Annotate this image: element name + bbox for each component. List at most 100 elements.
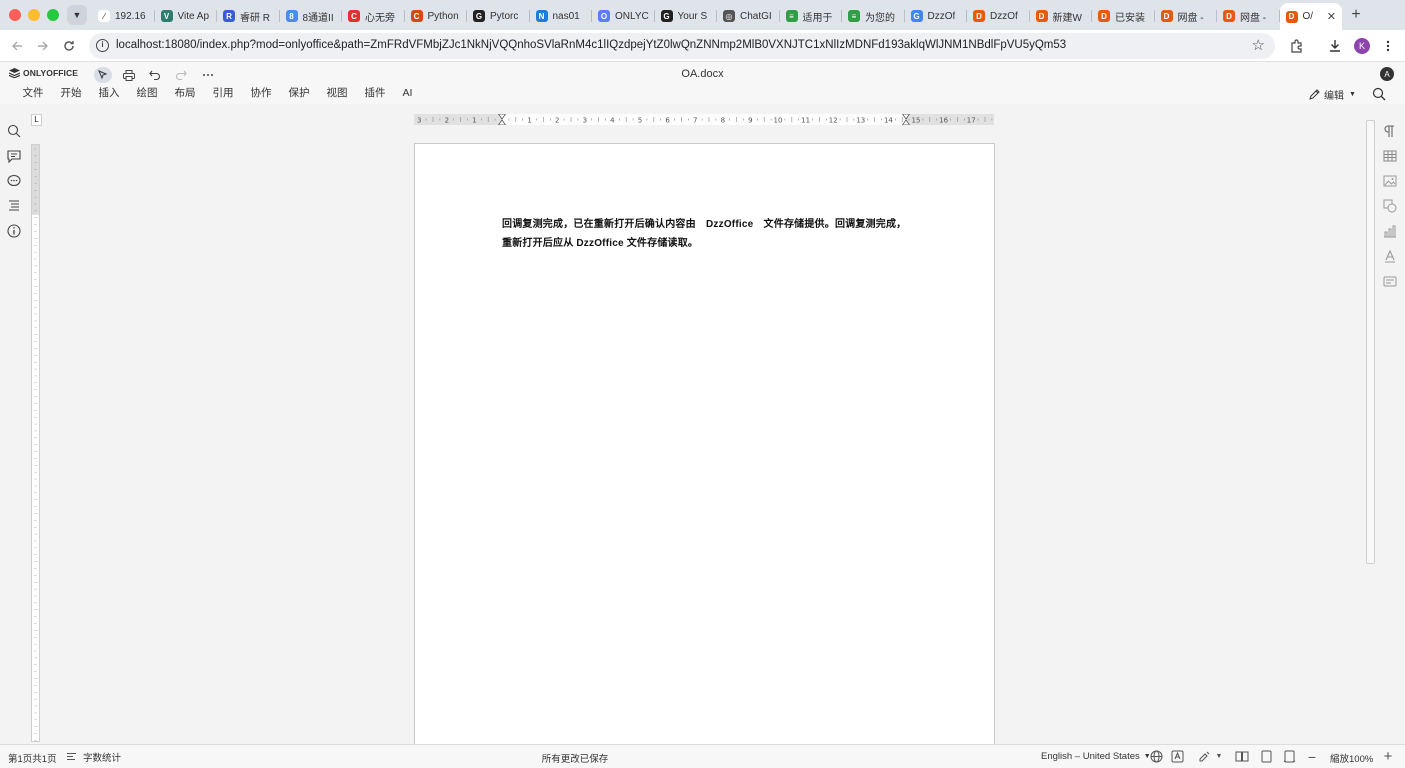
browser-menu-button[interactable] <box>1379 37 1397 55</box>
bookmark-star-icon[interactable]: ☆ <box>1252 36 1265 54</box>
select-tool-button[interactable] <box>94 67 112 83</box>
browser-tab[interactable]: G DzzOf <box>905 4 968 28</box>
document-title[interactable]: OA.docx <box>681 68 723 80</box>
tab-stop-selector[interactable]: L <box>31 114 42 126</box>
browser-tab[interactable]: D O/ ✕ <box>1279 3 1342 30</box>
vertical-scrollbar-thumb[interactable] <box>1366 120 1375 564</box>
search-icon[interactable] <box>1372 87 1386 101</box>
tab-favicon-icon: D <box>1035 10 1048 22</box>
browser-tab[interactable]: G Pytorc <box>467 4 530 28</box>
extensions-button[interactable] <box>1288 37 1306 55</box>
search-icon[interactable] <box>7 124 21 138</box>
more-actions-button[interactable] <box>199 67 217 83</box>
menu-tab[interactable]: 协作 <box>242 85 280 101</box>
onlyoffice-logo[interactable]: ONLYOFFICE <box>9 68 78 78</box>
chat-icon[interactable] <box>7 174 21 188</box>
vertical-ruler[interactable] <box>31 144 40 742</box>
reload-button[interactable] <box>60 37 78 55</box>
tab-title: O/ <box>1302 11 1314 22</box>
browser-tab[interactable]: 8 8通道II <box>280 4 343 28</box>
back-button[interactable] <box>8 37 26 55</box>
tab-title: ChatGI <box>740 10 772 22</box>
info-icon[interactable] <box>7 224 21 238</box>
comments-icon[interactable] <box>7 149 21 163</box>
menu-tab[interactable]: 布局 <box>166 85 204 101</box>
language-selector[interactable]: English – United States ▼ <box>1041 751 1151 762</box>
print-button[interactable] <box>120 67 138 83</box>
text-art-settings-icon[interactable] <box>1383 249 1397 263</box>
save-status: 所有更改已保存 <box>541 754 609 765</box>
browser-tab[interactable]: D DzzOf <box>967 4 1030 28</box>
browser-tab[interactable]: D 网盘 - <box>1217 4 1280 28</box>
menu-tab[interactable]: 视图 <box>318 85 356 101</box>
image-settings-icon[interactable] <box>1383 174 1397 188</box>
menu-tab[interactable]: 开始 <box>52 85 90 101</box>
browser-tab[interactable]: G Your S <box>655 4 718 28</box>
tab-title: 已安装 <box>1115 12 1145 24</box>
left-indent-marker[interactable] <box>498 114 506 125</box>
browser-tab[interactable]: D 网盘 - <box>1155 4 1218 28</box>
form-settings-icon[interactable] <box>1383 274 1397 288</box>
shape-settings-icon[interactable] <box>1383 199 1397 213</box>
menu-tab[interactable]: AI <box>394 85 421 101</box>
tab-favicon-icon: ≡ <box>785 10 798 22</box>
read-mode-icon[interactable] <box>1235 750 1249 763</box>
paragraph-settings-icon[interactable] <box>1383 124 1397 138</box>
zoom-level[interactable]: 縮放100% <box>1330 751 1373 765</box>
address-bar[interactable]: i localhost:18080/index.php?mod=onlyoffi… <box>89 33 1275 59</box>
menu-tab[interactable]: 绘图 <box>128 85 166 101</box>
right-indent-marker[interactable] <box>902 114 910 125</box>
browser-tab[interactable]: Nnas01 <box>530 4 593 28</box>
menu-tab[interactable]: 引用 <box>204 85 242 101</box>
chevron-down-icon[interactable]: ▼ <box>1212 750 1226 763</box>
menu-tab[interactable]: 插件 <box>356 85 394 101</box>
browser-tab[interactable]: D 新建W <box>1030 4 1093 28</box>
tab-favicon-icon: ≡ <box>848 10 860 22</box>
chart-settings-icon[interactable] <box>1383 224 1397 238</box>
kebab-menu-icon <box>1386 40 1390 52</box>
window-minimize-button[interactable] <box>28 9 40 21</box>
zoom-out-icon[interactable]: − <box>1305 749 1319 765</box>
new-tab-button[interactable]: + <box>1347 6 1365 24</box>
track-changes-icon[interactable] <box>1197 750 1211 763</box>
navigation-icon[interactable] <box>7 199 21 213</box>
undo-icon <box>149 70 160 80</box>
spellcheck-icon[interactable] <box>1170 750 1184 763</box>
window-close-button[interactable] <box>9 9 21 21</box>
browser-tab[interactable]: O ONLYC <box>592 4 655 28</box>
forward-button[interactable] <box>34 37 52 55</box>
zoom-in-icon[interactable]: + <box>1381 748 1395 765</box>
undo-button[interactable] <box>146 67 164 83</box>
browser-tab[interactable]: D 已安装 <box>1092 4 1155 28</box>
fit-page-icon[interactable] <box>1259 750 1273 763</box>
window-zoom-button[interactable] <box>47 9 59 21</box>
url-text[interactable]: localhost:18080/index.php?mod=onlyoffice… <box>116 39 1066 51</box>
tab-close-icon[interactable]: ✕ <box>1327 10 1336 23</box>
fit-width-icon[interactable] <box>1282 750 1296 763</box>
menu-tab[interactable]: 插入 <box>90 85 128 101</box>
document-paragraph[interactable]: 回调复测完成，已在重新打开后确认内容由 DzzOffice 文件存储提供。回调复… <box>502 215 910 253</box>
browser-tab[interactable]: ⁄ 192.16 <box>92 4 155 28</box>
menu-tab[interactable]: 保护 <box>280 85 318 101</box>
browser-tab[interactable]: R 睿研 R <box>217 4 280 28</box>
ruler-number: 13 <box>856 117 865 125</box>
document-page[interactable]: 回调复测完成，已在重新打开后确认内容由 DzzOffice 文件存储提供。回调复… <box>414 143 995 745</box>
browser-tab[interactable]: ◎ ChatGI <box>717 4 780 28</box>
table-settings-icon[interactable] <box>1383 149 1397 163</box>
edit-mode-dropdown[interactable]: 编辑 ▼ <box>1308 87 1356 102</box>
browser-tab[interactable]: C 心无旁 <box>342 4 405 28</box>
downloads-button[interactable] <box>1326 37 1344 55</box>
horizontal-ruler[interactable]: 3 2 1 1 2 3 4 5 6 7 8 9 10 11 12 13 14 15 16 17 <box>414 114 994 125</box>
tab-search-button[interactable]: ▼ <box>67 5 87 25</box>
tab-title: nas01 <box>552 10 580 22</box>
browser-tab[interactable]: ≡ 为您的 <box>842 4 905 28</box>
redo-button[interactable] <box>172 67 190 83</box>
site-info-icon[interactable]: i <box>96 39 109 52</box>
browser-tab[interactable]: V Vite Ap <box>155 4 218 28</box>
menu-tab[interactable]: 文件 <box>14 85 52 101</box>
user-avatar[interactable]: A <box>1380 67 1394 81</box>
profile-avatar[interactable]: K <box>1354 38 1370 54</box>
globe-icon[interactable] <box>1149 750 1163 763</box>
browser-tab[interactable]: ≡ 适用于 <box>780 4 843 28</box>
browser-tab[interactable]: C Python <box>405 4 468 28</box>
